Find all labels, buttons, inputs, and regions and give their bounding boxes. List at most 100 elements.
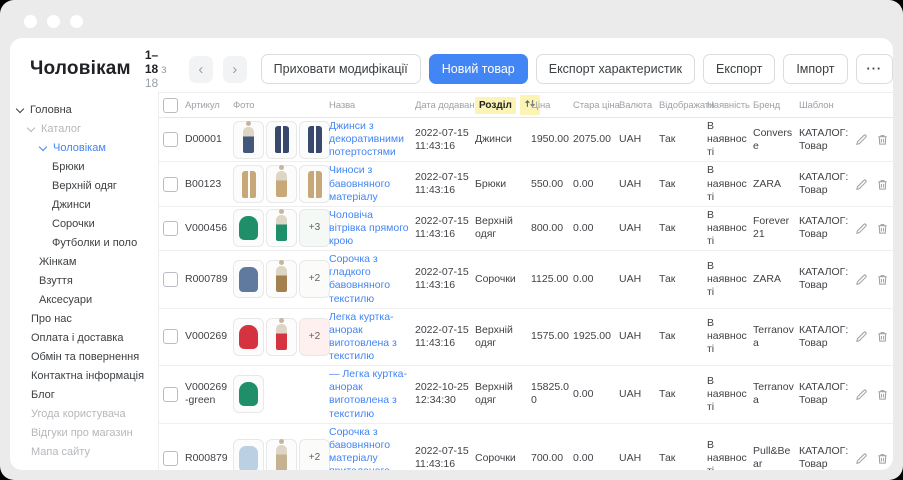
window-control-dot[interactable] (47, 15, 60, 28)
product-name-link[interactable]: — Легка куртка-анорак виготовлена з текс… (329, 366, 415, 423)
row-checkbox[interactable] (163, 132, 178, 147)
column-header-old-price[interactable]: Стара ціна (573, 98, 619, 113)
delete-icon[interactable] (876, 133, 889, 146)
row-checkbox[interactable] (163, 221, 178, 236)
product-photo[interactable] (266, 439, 297, 470)
sidebar-item-verkhniy-odyag[interactable]: Верхній одяг (10, 176, 158, 195)
sidebar-item-dzhynsy[interactable]: Джинси (10, 195, 158, 214)
product-name-link[interactable]: Чоловіча вітрівка прямого крою (329, 207, 415, 250)
date-cell: 2022-07-1511:43:16 (415, 264, 475, 294)
column-header-category[interactable]: Розділ (475, 93, 531, 117)
sidebar-item-bryuky[interactable]: Брюки (10, 157, 158, 176)
edit-icon[interactable] (855, 178, 868, 191)
product-name-link[interactable]: Легка куртка-анорак виготовлена з тексти… (329, 309, 415, 366)
export-button[interactable]: Експорт (703, 54, 775, 84)
product-photo[interactable] (299, 165, 330, 203)
row-checkbox[interactable] (163, 387, 178, 402)
sidebar-item-oplata[interactable]: Оплата і доставка (10, 328, 158, 347)
brand-cell: Forever 21 (753, 213, 799, 243)
prev-page-button[interactable]: ‹ (189, 56, 213, 83)
product-photo[interactable] (233, 121, 264, 159)
old-price-cell: 0.00 (573, 176, 619, 193)
sidebar-item-mapa[interactable]: Мапа сайту (10, 442, 158, 461)
product-photo[interactable] (233, 260, 264, 298)
product-name-link[interactable]: Сорочка з бавовняного матеріалу притален… (329, 424, 415, 470)
edit-icon[interactable] (855, 452, 868, 465)
sidebar-item-futbolky[interactable]: Футболки и поло (10, 233, 158, 252)
column-header-visible[interactable]: Відображати (659, 98, 707, 113)
more-photos-badge[interactable]: +2 (299, 260, 330, 298)
column-header-sku[interactable]: Артикул (185, 98, 233, 113)
sidebar-item-kontakty[interactable]: Контактна інформація (10, 366, 158, 385)
category-cell: Брюки (475, 176, 531, 193)
sidebar-item-blog[interactable]: Блог (10, 385, 158, 404)
sidebar-item-vidguky[interactable]: Відгуки про магазин (10, 423, 158, 442)
column-header-currency[interactable]: Валюта (619, 98, 659, 113)
column-header-brand[interactable]: Бренд (753, 98, 799, 113)
table-header-row: Артикул Фото Назва Дата додавання Розділ… (159, 93, 893, 118)
delete-icon[interactable] (876, 178, 889, 191)
select-all-checkbox[interactable] (163, 98, 178, 113)
row-checkbox[interactable] (163, 272, 178, 287)
product-photo[interactable] (266, 318, 297, 356)
product-photo[interactable] (266, 165, 297, 203)
column-header-price[interactable]: Ціна (531, 98, 573, 113)
visible-cell: Так (659, 220, 707, 237)
delete-icon[interactable] (876, 273, 889, 286)
product-photo[interactable] (266, 209, 297, 247)
edit-icon[interactable] (855, 330, 868, 343)
more-photos-badge[interactable]: +3 (299, 209, 330, 247)
sidebar-item-ugoda[interactable]: Угода користувача (10, 404, 158, 423)
delete-icon[interactable] (876, 330, 889, 343)
sidebar-item-sorochky[interactable]: Сорочки (10, 214, 158, 233)
product-photo[interactable] (233, 439, 264, 470)
more-photos-badge[interactable]: +2 (299, 439, 330, 470)
product-photo[interactable] (299, 121, 330, 159)
product-name-link[interactable]: Джинси з декоративними потертостями (329, 118, 415, 161)
column-header-stock[interactable]: Наявність (707, 98, 753, 113)
sidebar-item-zhinkam[interactable]: Жінкам (10, 252, 158, 271)
more-actions-button[interactable]: ··· (856, 54, 893, 84)
column-header-template[interactable]: Шаблон (799, 98, 855, 113)
sidebar-item-katalog[interactable]: Каталог (10, 119, 158, 138)
edit-icon[interactable] (855, 133, 868, 146)
delete-icon[interactable] (876, 452, 889, 465)
hide-modifications-button[interactable]: Приховати модифікації (261, 54, 421, 84)
edit-icon[interactable] (855, 222, 868, 235)
sidebar-item-cholovikam[interactable]: Чоловікам (10, 138, 158, 157)
sidebar-item-vzuttya[interactable]: Взуття (10, 271, 158, 290)
old-price-cell: 0.00 (573, 271, 619, 288)
export-characteristics-button[interactable]: Експорт характеристик (536, 54, 695, 84)
column-header-date[interactable]: Дата додавання (415, 98, 475, 113)
sidebar-item-golovna[interactable]: Головна (10, 100, 158, 119)
window-control-dot[interactable] (70, 15, 83, 28)
window-control-dot[interactable] (24, 15, 37, 28)
row-checkbox[interactable] (163, 451, 178, 466)
product-name-link[interactable]: Сорочка з гладкого бавовняного текстилю (329, 251, 415, 308)
edit-icon[interactable] (855, 273, 868, 286)
more-photos-badge[interactable]: +2 (299, 318, 330, 356)
edit-icon[interactable] (855, 388, 868, 401)
next-page-button[interactable]: › (223, 56, 247, 83)
import-button[interactable]: Імпорт (783, 54, 847, 84)
product-name-link[interactable]: Чиноси з бавовняного матеріалу (329, 162, 415, 205)
product-photo[interactable] (233, 165, 264, 203)
delete-icon[interactable] (876, 222, 889, 235)
row-checkbox[interactable] (163, 329, 178, 344)
sidebar-item-obmin[interactable]: Обмін та повернення (10, 347, 158, 366)
currency-cell: UAH (619, 176, 659, 193)
product-photo[interactable] (233, 209, 264, 247)
column-header-name[interactable]: Назва (329, 98, 415, 113)
row-checkbox[interactable] (163, 177, 178, 192)
product-photo[interactable] (266, 121, 297, 159)
delete-icon[interactable] (876, 388, 889, 401)
sidebar-item-aksesuary[interactable]: Аксесуари (10, 290, 158, 309)
currency-cell: UAH (619, 386, 659, 403)
column-header-photo[interactable]: Фото (233, 98, 329, 113)
product-photo[interactable] (233, 375, 264, 413)
product-photo[interactable] (233, 318, 264, 356)
new-product-button[interactable]: Новий товар (429, 54, 528, 84)
sidebar-item-pro-nas[interactable]: Про нас (10, 309, 158, 328)
product-photo[interactable] (266, 260, 297, 298)
template-cell: КАТАЛОГ: Товар (799, 322, 855, 352)
